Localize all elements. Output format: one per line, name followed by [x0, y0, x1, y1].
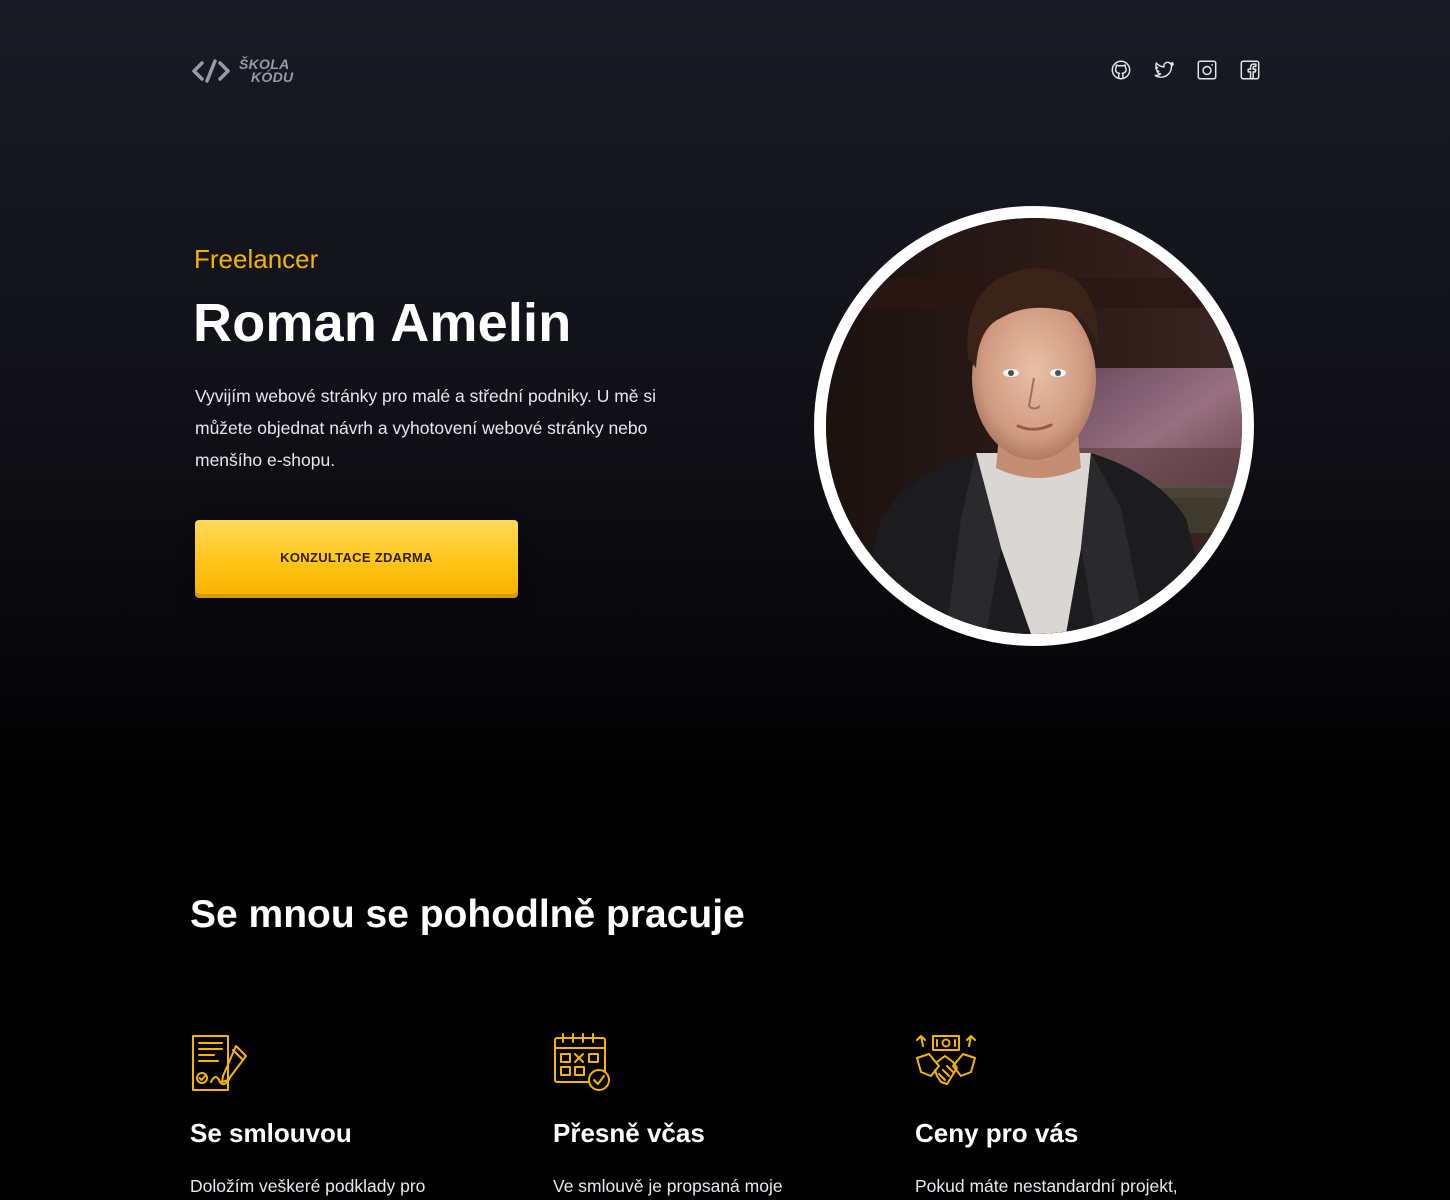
feature-on-time: Přesně včas Ve smlouvě je propsaná moje	[553, 1032, 873, 1196]
feature-contract: Se smlouvou Doložím veškeré podklady pro	[190, 1032, 510, 1196]
feature-title: Se smlouvou	[190, 1118, 352, 1148]
twitter-link[interactable]	[1153, 59, 1175, 81]
feature-title: Přesně včas	[553, 1118, 705, 1148]
facebook-icon	[1240, 60, 1260, 80]
free-consultation-button[interactable]: KONZULTACE ZDARMA	[195, 520, 518, 594]
handshake-money-icon	[916, 1035, 976, 1085]
hero-eyebrow: Freelancer	[194, 244, 319, 274]
github-icon	[1111, 60, 1131, 80]
feature-text: Ve smlouvě je propsaná moje	[553, 1176, 783, 1196]
social-links	[1110, 59, 1261, 81]
calendar-clock-icon	[554, 1033, 610, 1091]
portrait-illustration	[826, 218, 1242, 634]
feature-text: Pokud máte nestandardní projekt,	[915, 1176, 1178, 1196]
instagram-link[interactable]	[1196, 59, 1218, 81]
logo[interactable]: ŠKOLA KÓDU	[191, 56, 293, 86]
hero-name: Roman Amelin	[193, 293, 572, 353]
feature-prices: Ceny pro vás Pokud máte nestandardní pro…	[915, 1032, 1235, 1196]
hero-description: Vyvijím webové stránky pro malé a středn…	[195, 386, 657, 470]
hero-section: ŠKOLA KÓDU Freelancer Roman Amelin Vyvij…	[0, 0, 1450, 780]
page: ŠKOLA KÓDU Freelancer Roman Amelin Vyvij…	[0, 0, 1450, 1200]
github-link[interactable]	[1110, 59, 1132, 81]
twitter-icon	[1154, 61, 1174, 78]
logo-text: ŠKOLA KÓDU	[239, 57, 294, 85]
contract-icon	[192, 1035, 247, 1091]
portrait-photo	[814, 206, 1254, 646]
feature-title: Ceny pro vás	[915, 1118, 1079, 1148]
features-title: Se mnou se pohodlně pracuje	[190, 893, 745, 936]
logo-line-2: KÓDU	[251, 69, 294, 85]
feature-text: Doložím veškeré podklady pro	[190, 1176, 426, 1196]
facebook-link[interactable]	[1239, 59, 1261, 81]
instagram-icon	[1197, 60, 1217, 80]
code-brackets-icon	[192, 59, 230, 83]
